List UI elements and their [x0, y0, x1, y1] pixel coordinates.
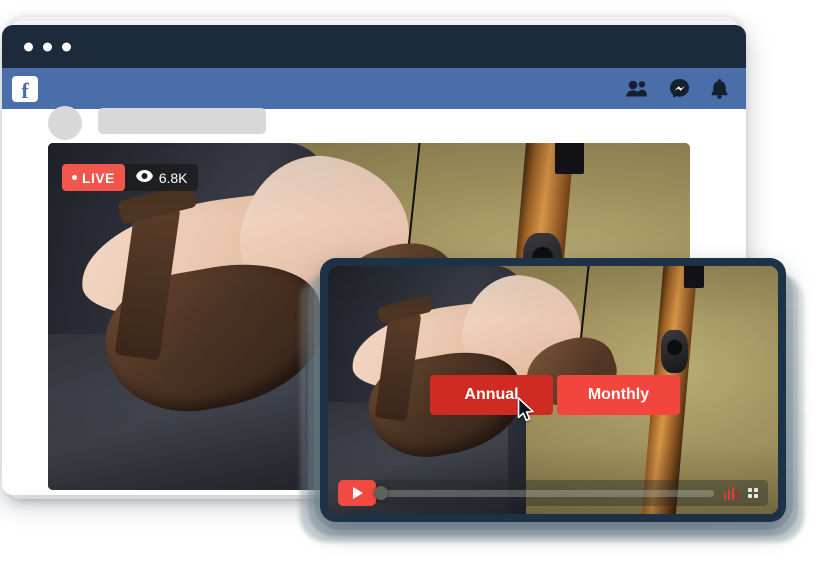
facebook-logo[interactable]: f	[12, 75, 38, 103]
live-label: LIVE	[82, 169, 115, 186]
progress-track[interactable]	[374, 486, 714, 500]
fullscreen-icon[interactable]	[748, 488, 758, 498]
live-pill: LIVE	[62, 164, 125, 191]
messenger-icon[interactable]	[670, 79, 689, 98]
notifications-bell-icon[interactable]	[711, 78, 728, 99]
device-screen[interactable]: Annual Monthly	[328, 266, 778, 514]
view-count-value: 6.8K	[158, 169, 188, 186]
facebook-logo-letter: f	[21, 77, 29, 103]
progress-handle[interactable]	[374, 486, 388, 500]
view-count-group: 6.8K	[135, 169, 188, 187]
facebook-header-icons	[626, 78, 728, 99]
volume-bars-icon[interactable]	[724, 486, 738, 500]
screenshot-stage: f LIVE 6.8K Annual Monthly	[0, 0, 816, 565]
window-control-dot-1[interactable]	[24, 42, 33, 51]
mouse-pointer-icon	[517, 397, 536, 427]
window-control-dot-3[interactable]	[62, 42, 71, 51]
window-control-dot-2[interactable]	[43, 42, 52, 51]
play-icon	[353, 487, 363, 499]
live-status-badge: LIVE 6.8K	[62, 164, 198, 191]
facebook-header-bar: f	[2, 68, 746, 109]
avatar-placeholder	[48, 106, 82, 140]
friends-icon[interactable]	[626, 80, 648, 97]
browser-titlebar	[2, 25, 746, 68]
window-controls[interactable]	[24, 42, 71, 51]
plan-toggle-group: Annual Monthly	[430, 375, 680, 415]
post-name-placeholder	[98, 108, 266, 134]
play-button[interactable]	[338, 480, 376, 506]
live-dot-icon	[72, 175, 77, 180]
eye-icon	[135, 169, 153, 187]
video-control-bar	[338, 480, 768, 506]
monthly-plan-button[interactable]: Monthly	[557, 375, 680, 415]
tablet-device: Annual Monthly	[320, 258, 786, 522]
